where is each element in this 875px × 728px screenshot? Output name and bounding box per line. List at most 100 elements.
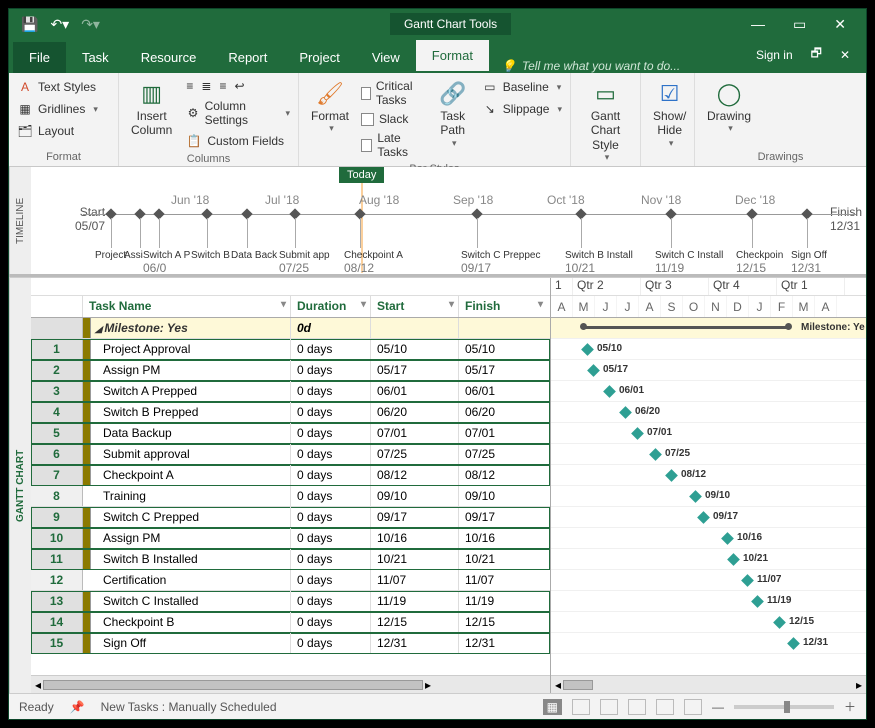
scroll-right-icon[interactable]: ▸ <box>425 678 431 692</box>
wrap-text-icon[interactable]: ↩ <box>232 77 246 95</box>
cell-finish[interactable]: 05/10 <box>459 339 547 359</box>
cell-finish[interactable]: 10/16 <box>459 528 547 548</box>
chart-row[interactable]: 11/19 <box>551 591 866 612</box>
view-icon-3[interactable] <box>628 699 646 715</box>
tab-resource[interactable]: Resource <box>125 42 213 73</box>
cell-finish[interactable]: 10/21 <box>459 549 547 569</box>
row-number[interactable]: 14 <box>31 612 83 632</box>
cell-task-name[interactable]: Switch A Prepped <box>91 381 291 401</box>
scroll-right-icon[interactable]: ▸ <box>856 678 862 692</box>
chart-row[interactable]: 05/17 <box>551 360 866 381</box>
cell-start[interactable]: 05/17 <box>371 360 459 380</box>
cell-start[interactable]: 11/07 <box>371 570 459 590</box>
row-number[interactable]: 7 <box>31 465 83 485</box>
cell-finish[interactable]: 06/01 <box>459 381 547 401</box>
row-number[interactable]: 4 <box>31 402 83 422</box>
cell-duration[interactable]: 0 days <box>291 591 371 611</box>
cell-task-name[interactable]: Assign PM <box>91 360 291 380</box>
cell-task-name[interactable]: Checkpoint B <box>91 612 291 632</box>
cell-finish[interactable]: 09/10 <box>459 486 547 506</box>
restore-ribbon-icon[interactable]: 🗗 <box>811 44 822 65</box>
align-left-icon[interactable]: ≡ <box>184 77 195 95</box>
tab-file[interactable]: File <box>13 42 66 73</box>
chart-row[interactable]: 12/15 <box>551 612 866 633</box>
cell-start[interactable]: 10/21 <box>371 549 459 569</box>
baseline-button[interactable]: ▭Baseline <box>480 77 564 97</box>
chart-row[interactable]: 09/10 <box>551 486 866 507</box>
grid-hscrollbar[interactable]: ◂ ▸ <box>31 675 550 693</box>
cell-duration[interactable]: 0 days <box>291 381 371 401</box>
table-row[interactable]: 4Switch B Prepped0 days06/2006/20 <box>31 402 550 423</box>
cell-task-name[interactable]: Milestone: Yes <box>91 318 291 338</box>
cell-finish[interactable]: 07/25 <box>459 444 547 464</box>
view-icon-5[interactable] <box>684 699 702 715</box>
header-duration[interactable]: Duration▾ <box>291 296 371 317</box>
cell-task-name[interactable]: Training <box>91 486 291 506</box>
cell-task-name[interactable]: Sign Off <box>91 633 291 653</box>
cell-task-name[interactable]: Checkpoint A <box>91 465 291 485</box>
row-number[interactable]: 6 <box>31 444 83 464</box>
chart-row[interactable]: 10/21 <box>551 549 866 570</box>
cell-start[interactable]: 07/01 <box>371 423 459 443</box>
format-bar-button[interactable]: 🖌Format <box>305 77 355 136</box>
tell-me-input[interactable]: 💡Tell me what you want to do... <box>489 59 740 73</box>
header-start[interactable]: Start▾ <box>371 296 459 317</box>
view-shortcut-icon[interactable]: ▦ <box>543 699 562 715</box>
chart-hscrollbar[interactable]: ◂ ▸ <box>551 675 866 693</box>
custom-fields-button[interactable]: 📋Custom Fields <box>184 131 292 151</box>
chart-row[interactable]: 09/17 <box>551 507 866 528</box>
close-sub-icon[interactable]: ✕ <box>840 48 850 62</box>
gantt-chart[interactable]: 1Qtr 2Qtr 3Qtr 4Qtr 1 AMJJASONDJFMA Mile… <box>551 278 866 693</box>
zoom-in-icon[interactable]: ＋ <box>844 698 856 715</box>
cell-finish[interactable]: 06/20 <box>459 402 547 422</box>
task-path-button[interactable]: 🔗Task Path <box>432 77 474 151</box>
tab-view[interactable]: View <box>356 42 416 73</box>
save-icon[interactable]: 💾 <box>21 16 38 33</box>
sign-in-link[interactable]: Sign in <box>756 48 793 62</box>
row-number[interactable]: 2 <box>31 360 83 380</box>
cell-start[interactable]: 12/15 <box>371 612 459 632</box>
cell-duration[interactable]: 0 days <box>291 486 371 506</box>
table-row[interactable]: 6Submit approval0 days07/2507/25 <box>31 444 550 465</box>
gantt-style-button[interactable]: ▭Gantt Chart Style <box>577 77 634 165</box>
cell-duration[interactable]: 0 days <box>291 528 371 548</box>
cell-task-name[interactable]: Switch C Prepped <box>91 507 291 527</box>
table-row[interactable]: 8Training0 days09/1009/10 <box>31 486 550 507</box>
cell-start[interactable]: 11/19 <box>371 591 459 611</box>
cell-duration[interactable]: 0 days <box>291 402 371 422</box>
show-hide-button[interactable]: ☑Show/ Hide <box>647 77 692 151</box>
cell-finish[interactable]: 11/07 <box>459 570 547 590</box>
table-row[interactable]: 13Switch C Installed0 days11/1911/19 <box>31 591 550 612</box>
table-row[interactable]: 2Assign PM0 days05/1705/17 <box>31 360 550 381</box>
cell-finish[interactable]: 09/17 <box>459 507 547 527</box>
tab-project[interactable]: Project <box>283 42 355 73</box>
scroll-left-icon[interactable]: ◂ <box>555 678 561 692</box>
slippage-button[interactable]: ↘Slippage <box>480 99 564 119</box>
text-styles-button[interactable]: AText Styles <box>15 77 98 97</box>
cell-start[interactable]: 08/12 <box>371 465 459 485</box>
cell-duration[interactable]: 0 days <box>291 633 371 653</box>
chart-row[interactable]: 06/20 <box>551 402 866 423</box>
cell-finish[interactable]: 08/12 <box>459 465 547 485</box>
scroll-left-icon[interactable]: ◂ <box>35 678 41 692</box>
late-tasks-checkbox[interactable]: Late Tasks <box>361 129 426 161</box>
align-right-icon[interactable]: ≡ <box>217 77 228 95</box>
cell-task-name[interactable]: Switch B Installed <box>91 549 291 569</box>
redo-icon[interactable]: ↷▾ <box>81 16 100 33</box>
row-number[interactable]: 3 <box>31 381 83 401</box>
table-row[interactable]: 7Checkpoint A0 days08/1208/12 <box>31 465 550 486</box>
row-number[interactable]: 13 <box>31 591 83 611</box>
view-icon-1[interactable] <box>572 699 590 715</box>
cell-duration[interactable]: 0 days <box>291 465 371 485</box>
chart-row[interactable]: 07/25 <box>551 444 866 465</box>
cell-task-name[interactable]: Submit approval <box>91 444 291 464</box>
view-icon-2[interactable] <box>600 699 618 715</box>
cell-start[interactable] <box>371 318 459 338</box>
row-number[interactable]: 11 <box>31 549 83 569</box>
table-row[interactable]: 11Switch B Installed0 days10/2110/21 <box>31 549 550 570</box>
cell-start[interactable]: 05/10 <box>371 339 459 359</box>
drawing-button[interactable]: ◯Drawing <box>701 77 757 136</box>
cell-finish[interactable]: 12/31 <box>459 633 547 653</box>
table-row[interactable]: 3Switch A Prepped0 days06/0106/01 <box>31 381 550 402</box>
zoom-out-icon[interactable]: ― <box>712 700 724 714</box>
